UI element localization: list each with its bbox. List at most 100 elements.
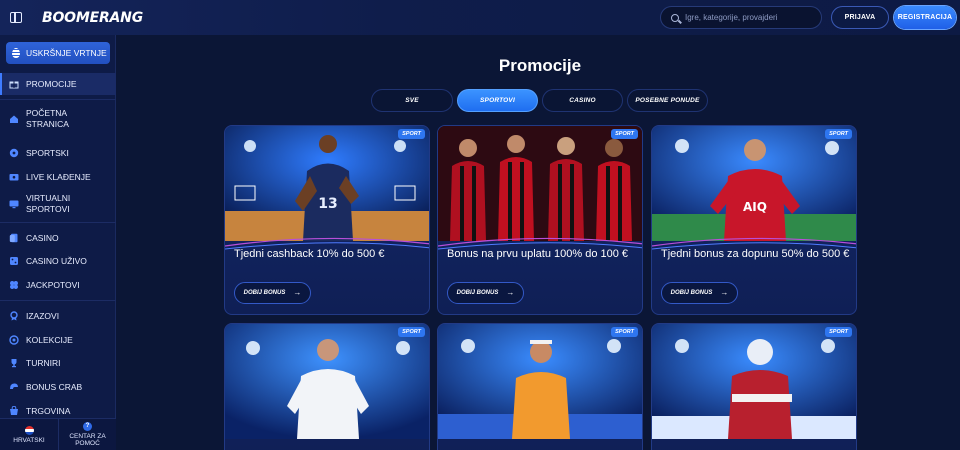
sidebar-item-challenges[interactable]: IZAZOVI	[0, 309, 116, 323]
sidebar-toggle-icon	[10, 12, 22, 23]
monitor-icon	[9, 199, 19, 209]
language-label: HRVATSKI	[13, 436, 45, 444]
sidebar-item-bonus-crab[interactable]: BONUS CRAB	[0, 380, 116, 394]
sidebar-item-label: PROMOCIJE	[26, 78, 77, 89]
sidebar-item-label: TRGOVINA	[26, 405, 71, 416]
promo-title: Tjedni cashback 10% do 500 €	[234, 248, 385, 260]
help-icon: ?	[83, 422, 92, 431]
gift-icon	[9, 79, 19, 89]
sidebar-item-label: USKRŠNJE VRTNJE	[26, 48, 107, 58]
sidebar-item-label: CASINO UŽIVO	[26, 255, 87, 266]
promo-card[interactable]: 13 SPORT Tjedni cashback 10% do 500 € DO…	[224, 125, 430, 315]
svg-text:13: 13	[318, 196, 337, 212]
croatia-flag-icon	[24, 425, 34, 435]
promo-image-football-player-red: AIQ	[652, 126, 856, 241]
medal-icon	[9, 311, 19, 321]
promo-card[interactable]: SPORT	[651, 323, 857, 450]
get-bonus-button[interactable]: DOBIJ BONUS →	[234, 282, 311, 304]
sidebar-item-live-casino[interactable]: CASINO UŽIVO	[0, 254, 116, 268]
cards-icon	[9, 233, 19, 243]
sidebar-item-label: BONUS CRAB	[26, 381, 83, 392]
sport-badge: SPORT	[398, 129, 425, 139]
soccer-ball-icon	[9, 148, 19, 158]
dice-icon	[9, 256, 19, 266]
sport-badge: SPORT	[825, 327, 852, 337]
sidebar: USKRŠNJE VRTNJE PROMOCIJE POČETNA STRANI…	[0, 35, 116, 450]
sidebar-item-label: VIRTUALNI SPORTOVI	[26, 193, 71, 214]
tab-special-offers[interactable]: POSEBNE PONUDE	[627, 89, 708, 112]
crab-icon	[9, 382, 19, 392]
get-bonus-button[interactable]: DOBIJ BONUS →	[661, 282, 738, 304]
sidebar-item-casino[interactable]: CASINO	[0, 231, 116, 245]
promo-card[interactable]: SPORT	[224, 323, 430, 450]
promo-image-football-team-red-black	[438, 126, 642, 241]
tab-sports[interactable]: SPORTOVI	[457, 89, 538, 112]
page-title: Promocije	[498, 56, 582, 75]
promo-filter-tabs: SVE SPORTOVI CASINO POSEBNE PONUDE	[371, 89, 708, 112]
sport-badge: SPORT	[398, 327, 425, 337]
sidebar-item-tournaments[interactable]: TURNIRI	[0, 356, 116, 370]
brand-logo[interactable]: BOOMERANG	[42, 10, 143, 26]
sidebar-item-label: SPORTSKI	[26, 147, 69, 158]
sidebar-item-home[interactable]: POČETNA STRANICA	[0, 107, 116, 131]
promo-title: Tjedni bonus za dopunu 50% do 500 €	[661, 248, 850, 260]
help-center-link[interactable]: ? CENTAR ZA POMOĆ	[58, 419, 116, 450]
tab-all[interactable]: SVE	[371, 89, 453, 112]
get-bonus-button[interactable]: DOBIJ BONUS →	[447, 282, 524, 304]
sidebar-item-live-betting[interactable]: LIVE KLAĐENJE	[0, 170, 116, 184]
promo-card[interactable]: AIQ SPORT Tjedni bonus za dopunu 50% do …	[651, 125, 857, 315]
promo-image-tennis-player	[438, 324, 642, 439]
sidebar-item-sports[interactable]: SPORTSKI	[0, 146, 116, 160]
promo-card[interactable]: SPORT Bonus na prvu uplatu 100% do 100 €…	[437, 125, 643, 315]
arrow-right-icon: →	[720, 288, 729, 297]
sport-badge: SPORT	[825, 129, 852, 139]
clover-icon	[9, 280, 19, 290]
sidebar-item-label: IZAZOVI	[26, 310, 60, 321]
button-label: DOBIJ BONUS	[670, 290, 713, 296]
shop-icon	[9, 406, 19, 416]
help-center-label: CENTAR ZA POMOĆ	[69, 433, 106, 447]
register-button[interactable]: REGISTRACIJA	[894, 6, 956, 29]
promo-title: Bonus na prvu uplatu 100% do 100 €	[447, 248, 629, 260]
promo-image-hockey-player	[652, 324, 856, 439]
sidebar-item-promotions[interactable]: PROMOCIJE	[0, 73, 116, 95]
arrow-right-icon: →	[506, 288, 515, 297]
trophy-icon	[9, 358, 19, 368]
collection-icon	[9, 335, 19, 345]
promo-image-basketball-player: 13	[225, 126, 429, 241]
sidebar-item-easter-spins[interactable]: USKRŠNJE VRTNJE	[6, 42, 110, 64]
sidebar-item-collections[interactable]: KOLEKCIJE	[0, 333, 116, 347]
sidebar-item-label: LIVE KLAĐENJE	[26, 171, 91, 182]
sidebar-item-label: POČETNA STRANICA	[26, 108, 69, 129]
sidebar-divider	[0, 99, 116, 100]
sidebar-item-label: KOLEKCIJE	[26, 334, 73, 345]
sidebar-item-shop[interactable]: TRGOVINA	[0, 404, 116, 418]
sidebar-divider	[0, 222, 116, 223]
sidebar-divider	[0, 300, 116, 301]
live-tv-icon	[9, 172, 19, 182]
sidebar-toggle-button[interactable]	[0, 0, 32, 35]
sidebar-item-virtual-sports[interactable]: VIRTUALNI SPORTOVI	[0, 192, 116, 216]
sidebar-footer: HRVATSKI ? CENTAR ZA POMOĆ	[0, 418, 116, 450]
button-label: DOBIJ BONUS	[456, 290, 499, 296]
arrow-right-icon: →	[293, 288, 302, 297]
sidebar-item-jackpots[interactable]: JACKPOTOVI	[0, 278, 116, 292]
sport-badge: SPORT	[611, 129, 638, 139]
language-selector[interactable]: HRVATSKI	[0, 419, 58, 450]
svg-text:AIQ: AIQ	[743, 200, 767, 214]
sidebar-item-label: CASINO	[26, 232, 59, 243]
search-icon	[671, 13, 679, 22]
home-icon	[9, 114, 19, 124]
search-box[interactable]	[660, 6, 822, 29]
promo-card[interactable]: SPORT	[437, 323, 643, 450]
sidebar-item-label: TURNIRI	[26, 357, 61, 368]
promo-image-football-player-white	[225, 324, 429, 439]
tab-casino[interactable]: CASINO	[542, 89, 623, 112]
easter-egg-icon	[12, 48, 20, 58]
button-label: DOBIJ BONUS	[243, 290, 286, 296]
login-button[interactable]: PRIJAVA	[831, 6, 889, 29]
sidebar-item-label: JACKPOTOVI	[26, 279, 80, 290]
search-input[interactable]	[685, 13, 815, 22]
top-header: BOOMERANG PRIJAVA REGISTRACIJA	[0, 0, 960, 35]
sport-badge: SPORT	[611, 327, 638, 337]
